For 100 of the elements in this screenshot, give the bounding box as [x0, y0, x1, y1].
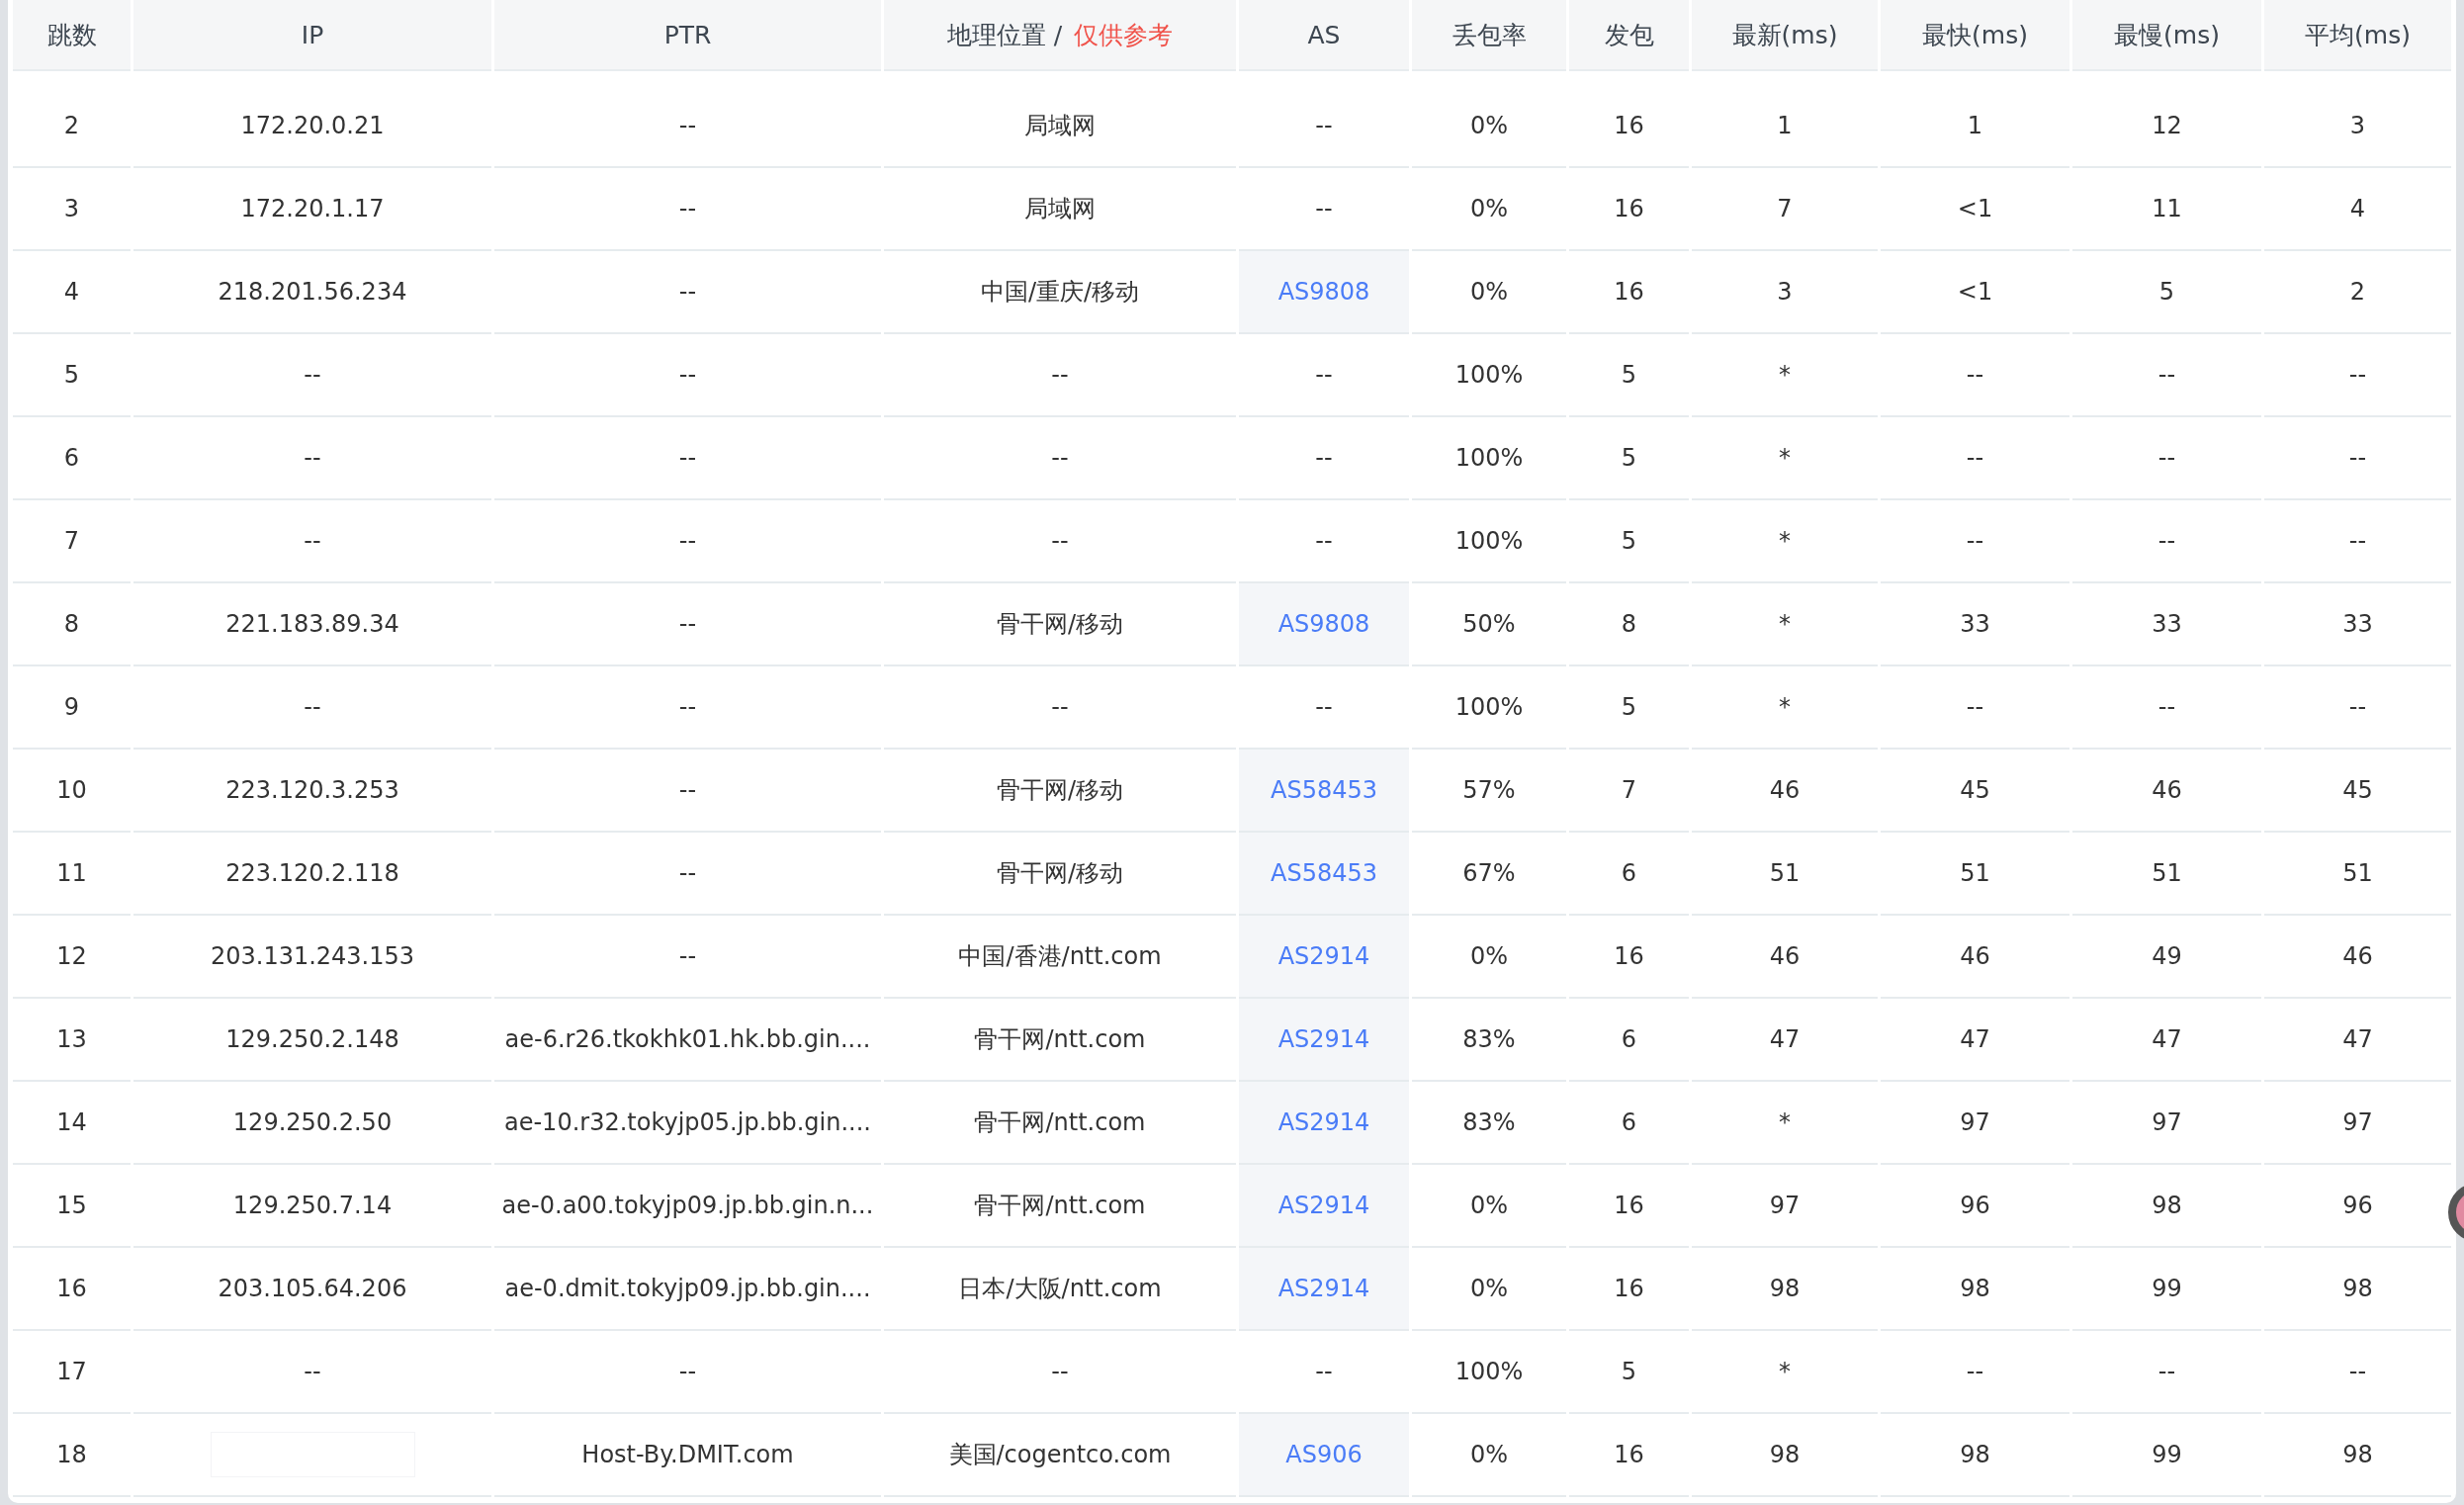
- table-cell: 218.201.56.234: [218, 278, 407, 306]
- table-cell: 6: [63, 444, 80, 472]
- table-cell: ae-0.dmit.tokyjp09.jp.bb.gin....: [504, 1275, 871, 1302]
- table-cell: 100%: [1454, 361, 1524, 389]
- as-link[interactable]: AS906: [1285, 1441, 1363, 1468]
- table-cell: --: [2157, 444, 2176, 472]
- column-header: 丢包率: [1412, 0, 1566, 71]
- as-link[interactable]: AS9808: [1277, 278, 1370, 306]
- table-cell: 11: [2152, 195, 2182, 222]
- table-cell-text: 骨干网/移动: [996, 609, 1124, 640]
- table-cell: --: [1051, 1358, 1069, 1385]
- table-cell: 2: [2349, 278, 2366, 306]
- table-cell: 16: [1614, 1275, 1644, 1302]
- table-cell-text: 美国/cogentco.com: [948, 1440, 1172, 1470]
- table-cell: --: [1315, 444, 1333, 472]
- table-cell: --: [304, 693, 321, 721]
- table-cell: --: [1315, 527, 1333, 555]
- table-cell: <1: [1957, 195, 1993, 222]
- table-cell: 1: [1967, 112, 1983, 139]
- table-cell: 16: [56, 1275, 87, 1302]
- table-cell: --: [678, 693, 697, 721]
- table-cell: 3: [1777, 278, 1793, 306]
- table-cell: 100%: [1454, 693, 1524, 721]
- column-header: 地理位置 / 仅供参考: [884, 0, 1236, 71]
- table-cell: --: [2157, 1358, 2176, 1385]
- table-cell: 7: [63, 527, 80, 555]
- table-cell: 5: [63, 361, 80, 389]
- table-cell: 172.20.1.17: [240, 195, 385, 222]
- table-cell: 99: [2152, 1441, 2182, 1468]
- as-link[interactable]: AS2914: [1277, 1025, 1370, 1053]
- as-link[interactable]: AS2914: [1277, 1275, 1370, 1302]
- column-header: 发包: [1569, 0, 1689, 71]
- as-link[interactable]: AS2914: [1277, 942, 1370, 970]
- table-cell: 97: [2152, 1108, 2182, 1136]
- table-cell: 6: [1621, 1108, 1637, 1136]
- table-cell: 4: [2349, 195, 2366, 222]
- table-cell: 11: [56, 859, 87, 887]
- table-cell: 0%: [1469, 1192, 1509, 1219]
- table-cell: 99: [2152, 1275, 2182, 1302]
- table-cell: --: [678, 1358, 697, 1385]
- table-cell: 1: [1777, 112, 1793, 139]
- table-cell: --: [2348, 361, 2367, 389]
- table-cell-text: 局域网: [1024, 194, 1096, 224]
- column-header: 跳数: [13, 0, 131, 71]
- table-cell: 33: [2152, 610, 2182, 638]
- as-link[interactable]: AS2914: [1277, 1108, 1370, 1136]
- table-cell: 97: [2342, 1108, 2373, 1136]
- table-cell: 16: [1614, 112, 1644, 139]
- table-cell: 96: [2342, 1192, 2373, 1219]
- table-cell: --: [1051, 527, 1069, 555]
- column-header: IP: [133, 0, 491, 71]
- column-header: 最新(ms): [1692, 0, 1878, 71]
- table-cell: 129.250.2.50: [232, 1108, 393, 1136]
- table-cell: --: [2348, 527, 2367, 555]
- column-header: 平均(ms): [2264, 0, 2451, 71]
- table-cell: <1: [1957, 278, 1993, 306]
- table-cell: 6: [1621, 1025, 1637, 1053]
- table-cell: --: [1966, 444, 1984, 472]
- table-cell: 33: [2342, 610, 2373, 638]
- table-cell: 8: [63, 610, 80, 638]
- table-cell: --: [2348, 444, 2367, 472]
- table-cell: 46: [1960, 942, 1990, 970]
- table-cell: 5: [1621, 444, 1637, 472]
- column-header: AS: [1239, 0, 1409, 71]
- table-cell: --: [1315, 112, 1333, 139]
- table-cell: 5: [1621, 361, 1637, 389]
- table-cell: 16: [1614, 942, 1644, 970]
- table-cell: *: [1779, 693, 1791, 721]
- table-cell: --: [1966, 1358, 1984, 1385]
- table-cell: 4: [63, 278, 80, 306]
- table-cell: 18: [56, 1441, 87, 1468]
- table-cell: 16: [1614, 1192, 1644, 1219]
- table-cell: 50%: [1462, 610, 1516, 638]
- table-cell: --: [678, 610, 697, 638]
- table-cell: 16: [1614, 278, 1644, 306]
- table-cell: 100%: [1454, 444, 1524, 472]
- table-cell: ae-6.r26.tkokhk01.hk.bb.gin....: [504, 1025, 871, 1053]
- table-cell: 203.105.64.206: [218, 1275, 407, 1302]
- as-link[interactable]: AS9808: [1277, 610, 1370, 638]
- table-cell: --: [678, 776, 697, 804]
- table-cell-text: 骨干网/ntt.com: [974, 1107, 1146, 1138]
- table-cell: 12: [56, 942, 87, 970]
- table-cell: 98: [2342, 1275, 2373, 1302]
- table-cell: 7: [1777, 195, 1793, 222]
- table-cell: 83%: [1462, 1108, 1516, 1136]
- table-cell: 51: [1769, 859, 1801, 887]
- table-cell: 16: [1614, 1441, 1644, 1468]
- table-cell: --: [304, 444, 321, 472]
- table-cell: 45: [2342, 776, 2373, 804]
- table-cell: 0%: [1469, 195, 1509, 222]
- table-cell: --: [2348, 1358, 2367, 1385]
- table-cell: 0%: [1469, 942, 1509, 970]
- table-cell: --: [1966, 693, 1984, 721]
- table-cell-text: 骨干网/ntt.com: [974, 1024, 1146, 1055]
- table-cell: --: [304, 527, 321, 555]
- table-cell: --: [304, 361, 321, 389]
- table-cell: --: [1051, 444, 1069, 472]
- table-cell: 129.250.2.148: [225, 1025, 399, 1053]
- as-link[interactable]: AS2914: [1277, 1192, 1370, 1219]
- table-cell: 2: [63, 112, 80, 139]
